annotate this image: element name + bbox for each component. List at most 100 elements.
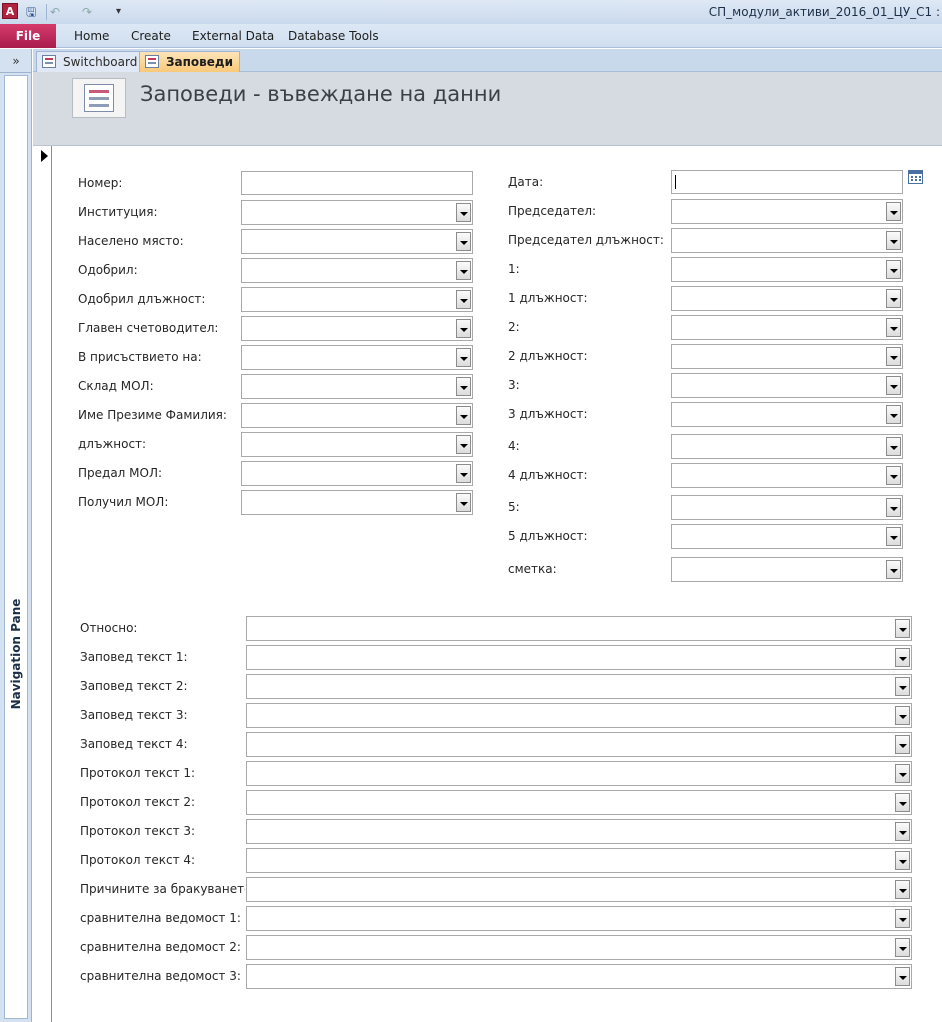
dropdown-arrow-icon[interactable] [886,527,901,546]
customize-qat-icon[interactable]: ▾ [116,2,121,22]
dropdown-arrow-icon[interactable] [456,435,471,454]
dropdown-arrow-icon[interactable] [886,437,901,456]
tab-label: Switchboard [63,55,138,69]
field-combobox[interactable] [671,524,903,549]
field-combobox[interactable] [246,703,912,728]
tab-zapovedi[interactable]: Заповеди [139,51,240,72]
navigation-pane-bar[interactable] [4,75,28,1019]
dropdown-arrow-icon[interactable] [456,203,471,222]
field-combobox[interactable] [246,674,912,699]
field-combobox[interactable] [241,258,473,283]
dropdown-arrow-icon[interactable] [456,348,471,367]
field-combobox[interactable] [241,287,473,312]
field-combobox[interactable] [246,848,912,873]
dropdown-arrow-icon[interactable] [456,290,471,309]
dropdown-arrow-icon[interactable] [895,677,910,696]
field-combobox[interactable] [246,964,912,989]
dropdown-arrow-icon[interactable] [886,466,901,485]
dropdown-arrow-icon[interactable] [886,260,901,279]
dropdown-arrow-icon[interactable] [886,202,901,221]
dropdown-arrow-icon[interactable] [895,793,910,812]
field-label: Одобрил: [78,263,138,277]
field-combobox[interactable] [246,790,912,815]
save-icon[interactable]: 🖫 [26,2,36,22]
field-combobox[interactable] [671,557,903,582]
field-combobox[interactable] [246,819,912,844]
field-combobox[interactable] [246,732,912,757]
field-combobox[interactable] [671,228,903,253]
form-icon [42,55,56,68]
dropdown-arrow-icon[interactable] [886,289,901,308]
undo-icon[interactable]: ↶ [50,2,60,22]
dropdown-arrow-icon[interactable] [886,318,901,337]
tab-switchboard[interactable]: Switchboard [36,51,145,72]
dropdown-arrow-icon[interactable] [886,498,901,517]
dropdown-arrow-icon[interactable] [456,493,471,512]
tab-external-data[interactable]: External Data [192,24,274,48]
record-selector[interactable] [33,146,52,1022]
field-combobox[interactable] [246,877,912,902]
field-combobox[interactable] [241,490,473,515]
date-picker-calendar-icon[interactable] [908,170,923,184]
dropdown-arrow-icon[interactable] [456,319,471,338]
redo-icon[interactable]: ↷ [82,2,92,22]
dropdown-arrow-icon[interactable] [895,706,910,725]
dropdown-arrow-icon[interactable] [895,938,910,957]
field-combobox[interactable] [671,257,903,282]
dropdown-arrow-icon[interactable] [886,405,901,424]
dropdown-arrow-icon[interactable] [895,619,910,638]
dropdown-arrow-icon[interactable] [456,377,471,396]
field-combobox[interactable] [246,935,912,960]
tab-home[interactable]: Home [74,24,109,48]
field-combobox[interactable] [671,402,903,427]
field-label: Главен счетоводител: [78,321,219,335]
field-label: Протокол текст 4: [80,853,196,867]
access-app-icon[interactable]: A [2,3,18,19]
dropdown-arrow-icon[interactable] [886,231,901,250]
dropdown-arrow-icon[interactable] [456,406,471,425]
field-combobox[interactable] [671,495,903,520]
dropdown-arrow-icon[interactable] [895,822,910,841]
dropdown-arrow-icon[interactable] [456,261,471,280]
field-combobox[interactable] [241,316,473,341]
field-combobox[interactable] [241,200,473,225]
field-combobox[interactable] [671,434,903,459]
field-textbox[interactable] [671,170,903,194]
field-combobox[interactable] [246,906,912,931]
tab-database-tools[interactable]: Database Tools [288,24,379,48]
field-combobox[interactable] [241,345,473,370]
field-combobox[interactable] [241,461,473,486]
field-combobox[interactable] [241,229,473,254]
field-combobox[interactable] [671,373,903,398]
field-combobox[interactable] [671,344,903,369]
field-combobox[interactable] [246,761,912,786]
field-combobox[interactable] [671,286,903,311]
tab-create[interactable]: Create [131,24,171,48]
field-textbox[interactable] [241,171,473,195]
field-combobox[interactable] [241,374,473,399]
dropdown-arrow-icon[interactable] [895,909,910,928]
field-label: Председател длъжност: [508,233,664,247]
dropdown-arrow-icon[interactable] [886,347,901,366]
dropdown-arrow-icon[interactable] [895,880,910,899]
file-tab[interactable]: File [0,24,56,48]
dropdown-arrow-icon[interactable] [886,376,901,395]
dropdown-arrow-icon[interactable] [886,560,901,579]
field-combobox[interactable] [671,199,903,224]
field-combobox[interactable] [671,315,903,340]
dropdown-arrow-icon[interactable] [895,648,910,667]
dropdown-arrow-icon[interactable] [895,764,910,783]
field-combobox[interactable] [246,616,912,641]
dropdown-arrow-icon[interactable] [895,735,910,754]
dropdown-arrow-icon[interactable] [895,967,910,986]
field-combobox[interactable] [241,432,473,457]
navigation-pane-label[interactable]: Navigation Pane [9,599,23,710]
field-combobox[interactable] [246,645,912,670]
field-combobox[interactable] [671,463,903,488]
field-combobox[interactable] [241,403,473,428]
field-label: Получил МОЛ: [78,495,169,509]
dropdown-arrow-icon[interactable] [895,851,910,870]
expand-navigation-icon[interactable]: » [0,49,32,73]
dropdown-arrow-icon[interactable] [456,232,471,251]
dropdown-arrow-icon[interactable] [456,464,471,483]
